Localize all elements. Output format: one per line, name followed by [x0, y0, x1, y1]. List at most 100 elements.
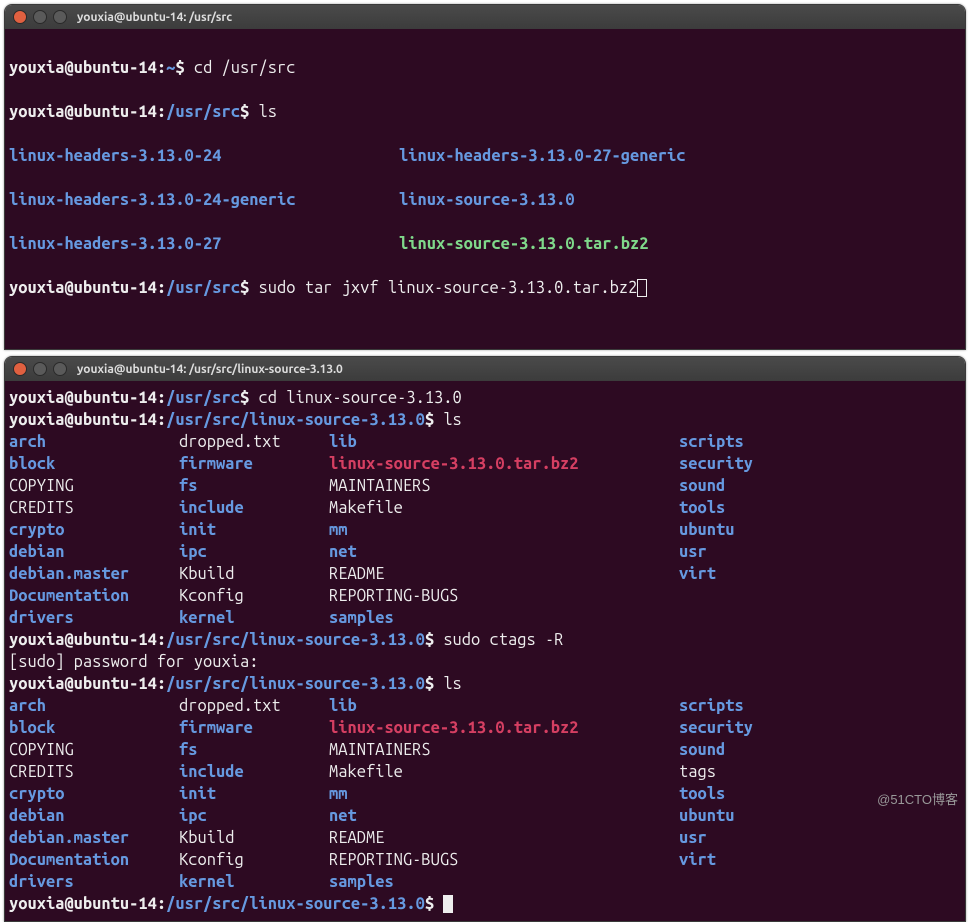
prompt-path: ~	[166, 59, 175, 77]
ls-entry: linux-headers-3.13.0-27	[9, 233, 399, 255]
ls-entry: block	[9, 717, 179, 739]
ls-entry: README	[329, 563, 679, 585]
close-icon[interactable]	[13, 362, 27, 376]
ls-entry: dropped.txt	[179, 695, 329, 717]
close-icon[interactable]	[13, 10, 27, 24]
ls-entry: net	[329, 541, 679, 563]
terminal-body[interactable]: youxia@ubuntu-14:/usr/src$ cd linux-sour…	[5, 381, 965, 921]
ls-entry: CREDITS	[9, 761, 179, 783]
ls-entry: scripts	[679, 697, 744, 715]
ls-entry: CREDITS	[9, 497, 179, 519]
ls-entry: REPORTING-BUGS	[329, 585, 679, 607]
ls-entry: mm	[329, 519, 679, 541]
ls-entry: usr	[679, 829, 707, 847]
terminal-body[interactable]: youxia@ubuntu-14:~$ cd /usr/src youxia@u…	[5, 29, 965, 349]
cmd: ls	[443, 675, 461, 693]
prompt-user: youxia@ubuntu-14	[9, 59, 157, 77]
sudo-prompt: [sudo] password for youxia:	[9, 651, 961, 673]
ls-entry: Makefile	[329, 761, 679, 783]
ls-entry: init	[179, 519, 329, 541]
ls-entry: README	[329, 827, 679, 849]
ls-entry: usr	[679, 543, 707, 561]
ls-entry: Kbuild	[179, 563, 329, 585]
ls-entry: MAINTAINERS	[329, 739, 679, 761]
ls-entry: block	[9, 453, 179, 475]
ls-entry: linux-source-3.13.0.tar.bz2	[329, 453, 679, 475]
ls-entry: net	[329, 805, 679, 827]
ls-entry: lib	[329, 695, 679, 717]
ls-entry: tools	[679, 785, 725, 803]
ls-entry: security	[679, 719, 753, 737]
ls-entry: drivers	[9, 871, 179, 893]
ls-entry: samples	[329, 607, 679, 629]
ls-entry: scripts	[679, 433, 744, 451]
terminal-window-1: youxia@ubuntu-14: /usr/src youxia@ubuntu…	[4, 4, 966, 350]
ls-entry: include	[179, 497, 329, 519]
minimize-icon[interactable]	[33, 362, 47, 376]
ls-entry: debian.master	[9, 827, 179, 849]
ls-entry: security	[679, 455, 753, 473]
ls-entry: lib	[329, 431, 679, 453]
ls-entry: sound	[679, 741, 725, 759]
ls-entry: tags	[679, 763, 716, 781]
window-title: youxia@ubuntu-14: /usr/src/linux-source-…	[77, 363, 343, 376]
titlebar[interactable]: youxia@ubuntu-14: /usr/src/linux-source-…	[5, 357, 965, 381]
ls-entry: Kconfig	[179, 585, 329, 607]
ls-entry: crypto	[9, 783, 179, 805]
ls-entry: Documentation	[9, 585, 179, 607]
ls-entry: drivers	[9, 607, 179, 629]
ls-entry: linux-source-3.13.0	[399, 191, 575, 209]
ls-entry: mm	[329, 783, 679, 805]
cursor-icon	[443, 895, 453, 913]
ls-entry: dropped.txt	[179, 431, 329, 453]
cursor-icon	[637, 279, 647, 297]
ls-entry: Makefile	[329, 497, 679, 519]
ls-entry: linux-headers-3.13.0-27-generic	[399, 147, 685, 165]
ls-entry: debian.master	[9, 563, 179, 585]
ls-entry: virt	[679, 565, 716, 583]
ls-entry: kernel	[179, 871, 329, 893]
ls-entry: linux-headers-3.13.0-24	[9, 145, 399, 167]
maximize-icon[interactable]	[53, 362, 67, 376]
cmd: cd /usr/src	[194, 59, 296, 77]
ls-entry: kernel	[179, 607, 329, 629]
ls-entry: fs	[179, 739, 329, 761]
ls-entry: ubuntu	[679, 521, 734, 539]
ls-entry: init	[179, 783, 329, 805]
ls-entry: samples	[329, 871, 679, 893]
cmd: sudo ctags -R	[443, 631, 563, 649]
ls-entry: sound	[679, 477, 725, 495]
titlebar[interactable]: youxia@ubuntu-14: /usr/src	[5, 5, 965, 29]
ls-entry: arch	[9, 695, 179, 717]
ls-entry: MAINTAINERS	[329, 475, 679, 497]
cmd: ls	[259, 103, 277, 121]
ls-entry: COPYING	[9, 739, 179, 761]
ls-entry: linux-source-3.13.0.tar.bz2	[329, 717, 679, 739]
cmd: ls	[443, 411, 461, 429]
ls-entry: firmware	[179, 717, 329, 739]
ls-entry: fs	[179, 475, 329, 497]
ls-entry: ipc	[179, 805, 329, 827]
ls-entry: COPYING	[9, 475, 179, 497]
ls-entry: arch	[9, 431, 179, 453]
ls-entry: debian	[9, 805, 179, 827]
ls-entry: Kbuild	[179, 827, 329, 849]
ls-entry: tools	[679, 499, 725, 517]
maximize-icon[interactable]	[53, 10, 67, 24]
ls-entry: crypto	[9, 519, 179, 541]
ls-entry: debian	[9, 541, 179, 563]
cmd: cd linux-source-3.13.0	[259, 389, 462, 407]
ls-entry: ubuntu	[679, 807, 734, 825]
ls-entry: include	[179, 761, 329, 783]
ls-entry: firmware	[179, 453, 329, 475]
ls-entry: virt	[679, 851, 716, 869]
ls-entry: ipc	[179, 541, 329, 563]
minimize-icon[interactable]	[33, 10, 47, 24]
ls-entry: Documentation	[9, 849, 179, 871]
ls-entry: Kconfig	[179, 849, 329, 871]
window-title: youxia@ubuntu-14: /usr/src	[77, 11, 232, 24]
ls-entry: linux-headers-3.13.0-24-generic	[9, 189, 399, 211]
watermark: @51CTO博客	[877, 789, 958, 808]
terminal-window-2: youxia@ubuntu-14: /usr/src/linux-source-…	[4, 356, 966, 922]
cmd: sudo tar jxvf linux-source-3.13.0.tar.bz…	[259, 279, 638, 297]
